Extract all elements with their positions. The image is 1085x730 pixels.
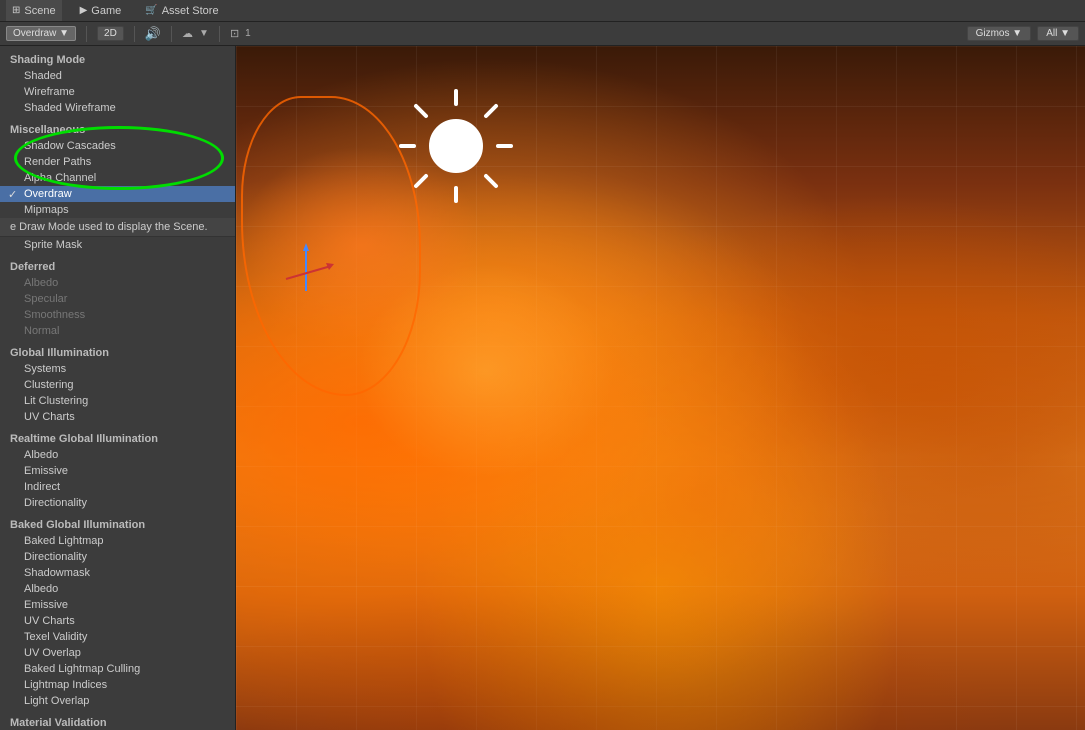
menu-item-emissive-baked[interactable]: Emissive — [0, 597, 235, 613]
menu-item-shadowmask[interactable]: Shadowmask — [0, 565, 235, 581]
scene-toolbar: Overdraw ▼ 2D 🔊 ☁ ▼ ⊡ 1 Gizmos ▼ All ▼ — [0, 22, 1085, 46]
gizmos-button[interactable]: Gizmos ▼ — [967, 26, 1032, 41]
transform-gizmo — [276, 241, 326, 291]
menu-item-emissive-realtime[interactable]: Emissive — [0, 463, 235, 479]
scene-viewport[interactable] — [236, 46, 1085, 730]
menu-item-shadow-cascades[interactable]: Shadow Cascades — [0, 138, 235, 154]
tab-scene[interactable]: ⊞ Scene — [6, 0, 62, 21]
menu-item-overdraw[interactable]: Overdraw — [0, 186, 235, 202]
menu-item-shaded-wireframe[interactable]: Shaded Wireframe — [0, 100, 235, 116]
menu-item-wireframe[interactable]: Wireframe — [0, 84, 235, 100]
menu-item-directionality-baked[interactable]: Directionality — [0, 549, 235, 565]
overdraw-mode-button[interactable]: Overdraw ▼ — [6, 26, 76, 41]
overdraw-area-3 — [236, 550, 1085, 730]
realtime-gi-header: Realtime Global Illumination — [0, 429, 235, 447]
2d-button[interactable]: 2D — [97, 26, 124, 41]
menu-item-albedo-deferred[interactable]: Albedo — [0, 275, 235, 291]
global-illumination-header: Global Illumination — [0, 343, 235, 361]
layers-icon: ⊡ — [230, 27, 239, 40]
menu-item-uv-charts-2[interactable]: UV Charts — [0, 613, 235, 629]
menu-item-smoothness[interactable]: Smoothness — [0, 307, 235, 323]
tab-asset-store[interactable]: 🛒 Asset Store — [139, 0, 224, 21]
miscellaneous-header: Miscellaneous — [0, 120, 235, 138]
fire-background — [236, 46, 1085, 730]
menu-item-render-paths[interactable]: Render Paths — [0, 154, 235, 170]
top-bar: ⊞ Scene ▶ Game 🛒 Asset Store — [0, 0, 1085, 22]
menu-item-directionality-realtime[interactable]: Directionality — [0, 495, 235, 511]
menu-item-shaded[interactable]: Shaded — [0, 68, 235, 84]
layers-arrow-icon: ▼ — [1060, 28, 1070, 39]
menu-item-baked-lightmap-culling[interactable]: Baked Lightmap Culling — [0, 661, 235, 677]
gizmos-arrow-icon: ▼ — [1012, 28, 1022, 39]
game-icon: ▶ — [80, 5, 88, 16]
camera-label: ▼ — [199, 28, 209, 39]
menu-item-baked-lightmap[interactable]: Baked Lightmap — [0, 533, 235, 549]
audio-icon: 🔊 — [145, 26, 161, 42]
layers-button[interactable]: All ▼ — [1037, 26, 1079, 41]
menu-item-albedo-baked[interactable]: Albedo — [0, 581, 235, 597]
menu-item-lightmap-indices[interactable]: Lightmap Indices — [0, 677, 235, 693]
sun-icon — [396, 86, 516, 206]
menu-item-lit-clustering[interactable]: Lit Clustering — [0, 393, 235, 409]
store-icon: 🛒 — [145, 5, 157, 16]
menu-item-specular[interactable]: Specular — [0, 291, 235, 307]
tooltip-bar: e Draw Mode used to display the Scene. — [0, 218, 235, 237]
shading-dropdown-panel: Shading Mode Shaded Wireframe Shaded Wir… — [0, 46, 236, 730]
baked-gi-header: Baked Global Illumination — [0, 515, 235, 533]
menu-item-indirect[interactable]: Indirect — [0, 479, 235, 495]
main-content: Shading Mode Shaded Wireframe Shaded Wir… — [0, 46, 1085, 730]
menu-item-albedo-realtime[interactable]: Albedo — [0, 447, 235, 463]
menu-item-systems[interactable]: Systems — [0, 361, 235, 377]
menu-item-clustering[interactable]: Clustering — [0, 377, 235, 393]
menu-item-normal[interactable]: Normal — [0, 323, 235, 339]
menu-item-texel-validity[interactable]: Texel Validity — [0, 629, 235, 645]
separator-1 — [86, 26, 87, 42]
menu-item-sprite-mask[interactable]: Sprite Mask — [0, 237, 235, 253]
shading-mode-header: Shading Mode — [0, 50, 235, 68]
tab-game[interactable]: ▶ Game — [74, 0, 128, 21]
separator-2 — [134, 26, 135, 42]
camera-icon: ☁ — [182, 27, 193, 40]
scene-icon: ⊞ — [12, 5, 20, 16]
menu-item-uv-overlap[interactable]: UV Overlap — [0, 645, 235, 661]
menu-item-mipmaps[interactable]: Mipmaps — [0, 202, 235, 218]
menu-item-light-overlap[interactable]: Light Overlap — [0, 693, 235, 709]
menu-item-uv-charts-1[interactable]: UV Charts — [0, 409, 235, 425]
layer-count-label: 1 — [245, 28, 251, 39]
deferred-header: Deferred — [0, 257, 235, 275]
material-validation-header: Material Validation — [0, 713, 235, 730]
menu-item-alpha-channel[interactable]: Alpha Channel — [0, 170, 235, 186]
dropdown-arrow-icon: ▼ — [59, 28, 69, 39]
separator-4 — [219, 26, 220, 42]
separator-3 — [171, 26, 172, 42]
